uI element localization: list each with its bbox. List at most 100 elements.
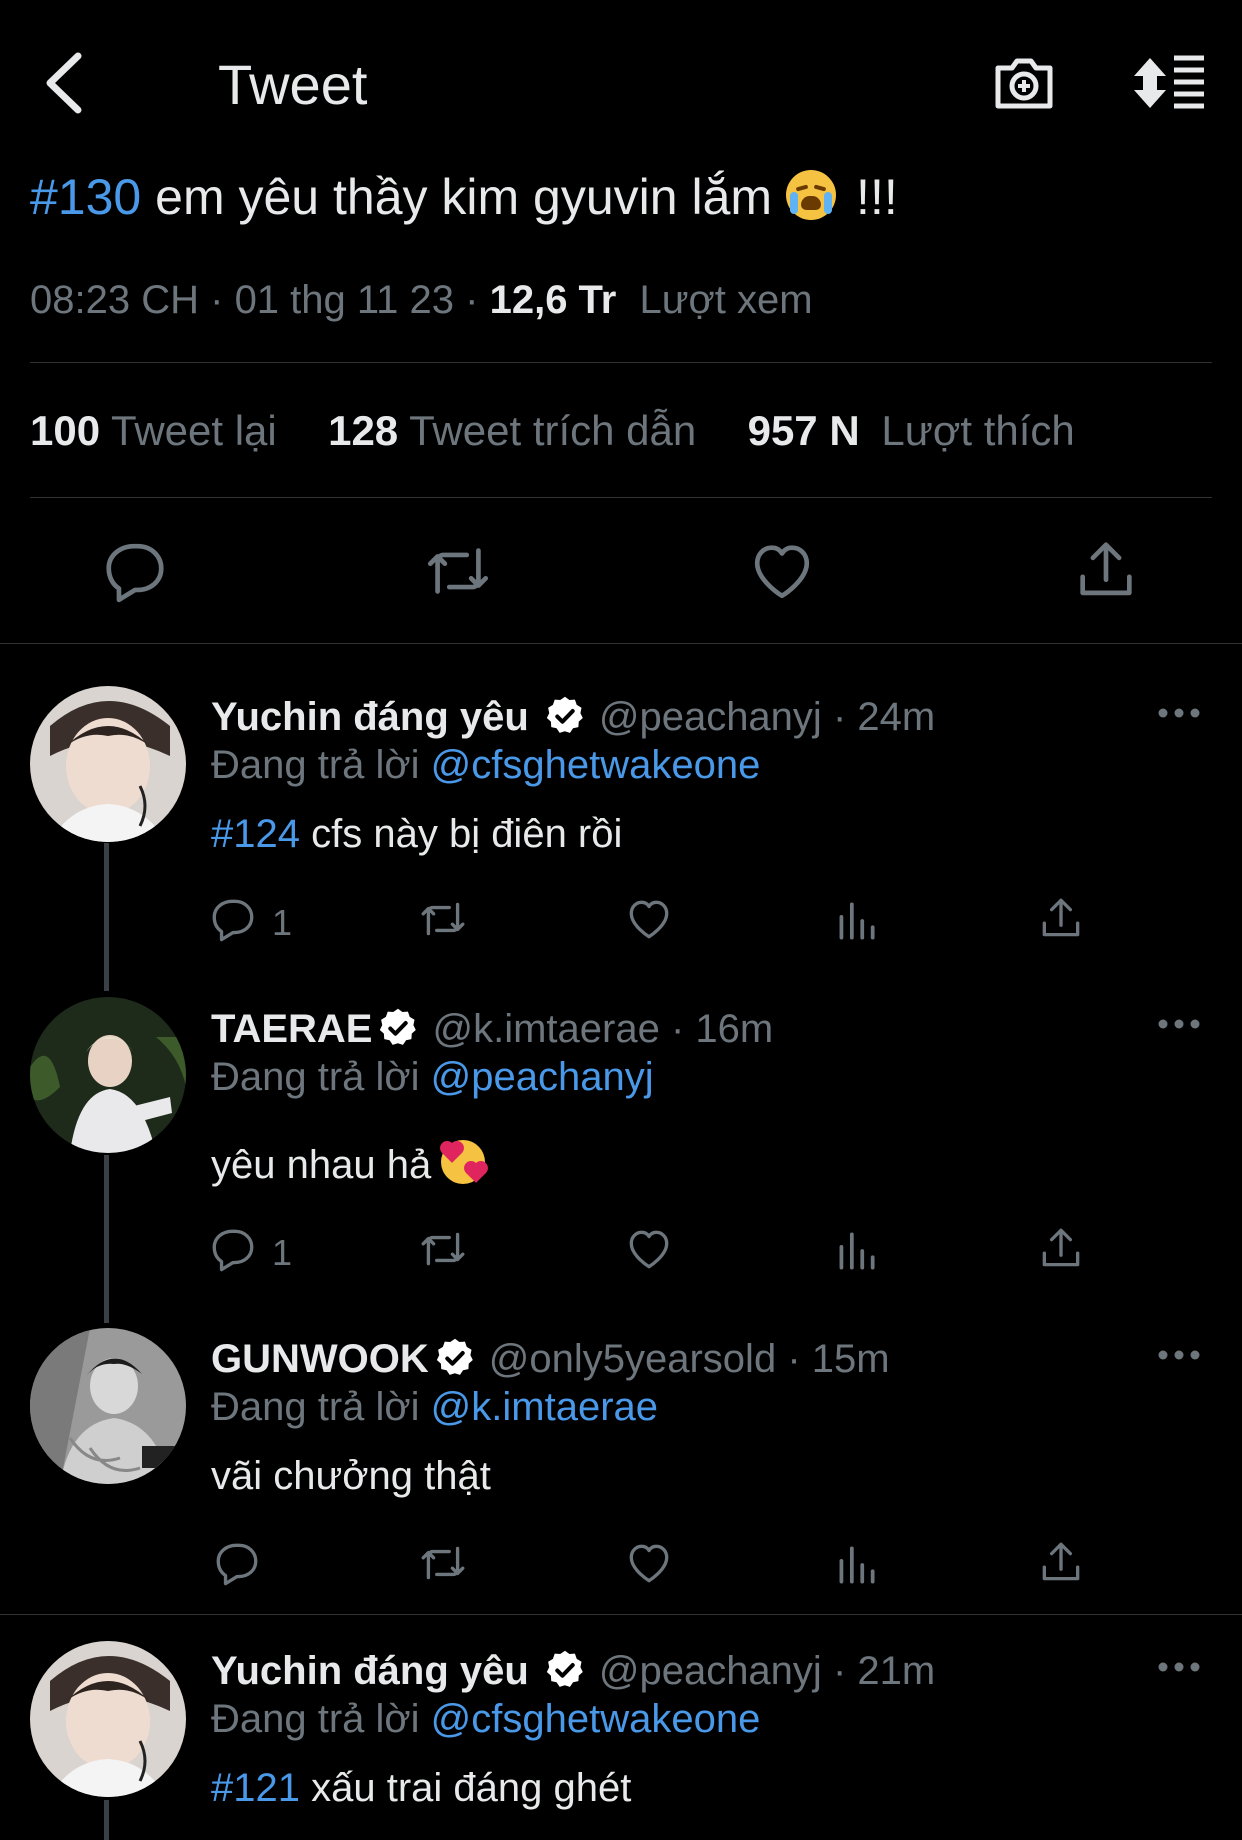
- share-icon: [1036, 894, 1086, 944]
- replying-label: Đang trả lời: [211, 1385, 420, 1429]
- share-icon: [1071, 536, 1141, 606]
- mention-link[interactable]: @cfsghetwakeone: [431, 743, 761, 787]
- author-name[interactable]: Yuchin đáng yêu: [211, 1649, 529, 1693]
- analytics-icon: [831, 896, 881, 946]
- verified-badge-icon: [543, 1648, 587, 1692]
- author-handle[interactable]: @peachanyj: [599, 1649, 822, 1693]
- reply-button[interactable]: [208, 1224, 258, 1274]
- smiling-face-with-hearts-icon: [441, 1140, 487, 1184]
- share-icon: [1036, 1224, 1086, 1274]
- more-options-button[interactable]: [1154, 1014, 1204, 1034]
- avatar-image: [30, 1328, 186, 1484]
- more-dots-icon: [1158, 1019, 1200, 1029]
- author-name[interactable]: TAERAE: [211, 1007, 372, 1051]
- author-name[interactable]: Yuchin đáng yêu: [211, 695, 529, 739]
- mention-link[interactable]: @peachanyj: [431, 1055, 654, 1099]
- more-options-button[interactable]: [1154, 703, 1204, 723]
- views-button[interactable]: [831, 1540, 881, 1590]
- replying-to: Đang trả lời @cfsghetwakeone: [211, 1697, 760, 1742]
- more-options-button[interactable]: [1154, 1657, 1204, 1677]
- tweet-time: 08:23 CH: [30, 278, 199, 322]
- hashtag-link[interactable]: #130: [30, 169, 141, 225]
- avatar-image: [30, 686, 186, 842]
- more-dots-icon: [1158, 1662, 1200, 1672]
- share-button[interactable]: [1036, 1538, 1086, 1588]
- camera-plus-icon: [995, 58, 1053, 109]
- retweet-button[interactable]: [418, 1224, 468, 1274]
- divider: [30, 497, 1212, 498]
- retweets-stat[interactable]: 100 Tweet lại: [30, 407, 277, 454]
- like-button[interactable]: [624, 1224, 674, 1274]
- author-handle[interactable]: @only5yearsold: [489, 1337, 776, 1381]
- views-button[interactable]: [831, 896, 881, 946]
- sort-arrows-icon: [1134, 55, 1204, 109]
- tweet-meta: 08:23 CH · 01 thg 11 23 · 12,6 Tr Lượt x…: [30, 278, 813, 323]
- reply-author-line: GUNWOOK @only5yearsold · 15m: [211, 1336, 890, 1382]
- heart-icon: [624, 1538, 674, 1588]
- like-button[interactable]: [624, 1538, 674, 1588]
- avatar[interactable]: [30, 997, 186, 1153]
- analytics-icon: [831, 1540, 881, 1590]
- retweet-button[interactable]: [418, 1538, 468, 1588]
- reply-button[interactable]: [208, 894, 258, 944]
- reply-body: cfs này bị điên rồi: [311, 812, 623, 856]
- reply-body: xấu trai đáng ghét: [311, 1766, 632, 1810]
- replying-label: Đang trả lời: [211, 1697, 420, 1741]
- analytics-icon: [831, 1226, 881, 1276]
- verified-badge-icon: [433, 1336, 477, 1380]
- like-button[interactable]: [624, 894, 674, 944]
- reply-time: · 16m: [670, 1007, 774, 1051]
- heart-icon: [624, 894, 674, 944]
- reply-button[interactable]: [100, 536, 170, 606]
- reply-body: yêu nhau hả: [211, 1143, 432, 1187]
- more-options-button[interactable]: [1154, 1345, 1204, 1365]
- sort-button[interactable]: [1130, 52, 1208, 114]
- camera-button[interactable]: [992, 50, 1056, 114]
- retweet-icon: [418, 1538, 468, 1588]
- meta-separator: ·: [465, 278, 479, 322]
- avatar[interactable]: [30, 1328, 186, 1484]
- mention-link[interactable]: @cfsghetwakeone: [431, 1697, 761, 1741]
- likes-stat[interactable]: 957 N Lượt thích: [748, 407, 1075, 454]
- divider: [30, 362, 1212, 363]
- views-button[interactable]: [831, 1226, 881, 1276]
- reply-text: #121 xấu trai đáng ghét: [211, 1766, 631, 1811]
- verified-badge-icon: [376, 1006, 420, 1050]
- tweet-body: em yêu thầy kim gyuvin lắm: [155, 169, 773, 225]
- reply-text: vãi chưởng thật: [211, 1454, 491, 1499]
- views-label: Lượt xem: [639, 278, 813, 322]
- retweet-icon: [418, 894, 468, 944]
- divider: [0, 1614, 1242, 1615]
- mention-link[interactable]: @k.imtaerae: [431, 1385, 658, 1429]
- replying-to: Đang trả lời @k.imtaerae: [211, 1385, 658, 1430]
- avatar[interactable]: [30, 1641, 186, 1797]
- tweet-stats: 100 Tweet lại 128 Tweet trích dẫn 957 N …: [30, 407, 1075, 455]
- chevron-left-icon: [46, 52, 82, 114]
- reply-time: · 24m: [832, 695, 936, 739]
- reply-text: #124 cfs này bị điên rồi: [211, 812, 622, 857]
- author-handle[interactable]: @k.imtaerae: [432, 1007, 659, 1051]
- reply-count: 1: [272, 1232, 293, 1273]
- retweet-button[interactable]: [423, 536, 493, 606]
- reply-text: yêu nhau hả: [211, 1140, 487, 1188]
- reply-button[interactable]: [212, 1538, 262, 1588]
- reply-icon: [100, 536, 170, 606]
- author-handle[interactable]: @peachanyj: [599, 695, 822, 739]
- retweet-button[interactable]: [418, 894, 468, 944]
- avatar[interactable]: [30, 686, 186, 842]
- replying-to: Đang trả lời @cfsghetwakeone: [211, 743, 760, 788]
- author-name[interactable]: GUNWOOK: [211, 1337, 429, 1381]
- quotes-stat[interactable]: 128 Tweet trích dẫn: [328, 407, 696, 454]
- thread-line: [104, 1155, 109, 1323]
- thread-line: [104, 843, 109, 991]
- share-button[interactable]: [1036, 894, 1086, 944]
- share-button[interactable]: [1071, 536, 1141, 606]
- replying-label: Đang trả lời: [211, 1055, 420, 1099]
- hashtag-link[interactable]: #124: [211, 812, 300, 856]
- back-button[interactable]: [40, 48, 90, 118]
- like-button[interactable]: [747, 536, 817, 606]
- share-button[interactable]: [1036, 1224, 1086, 1274]
- more-dots-icon: [1158, 708, 1200, 718]
- hashtag-link[interactable]: #121: [211, 1766, 300, 1810]
- page-title: Tweet: [218, 53, 368, 116]
